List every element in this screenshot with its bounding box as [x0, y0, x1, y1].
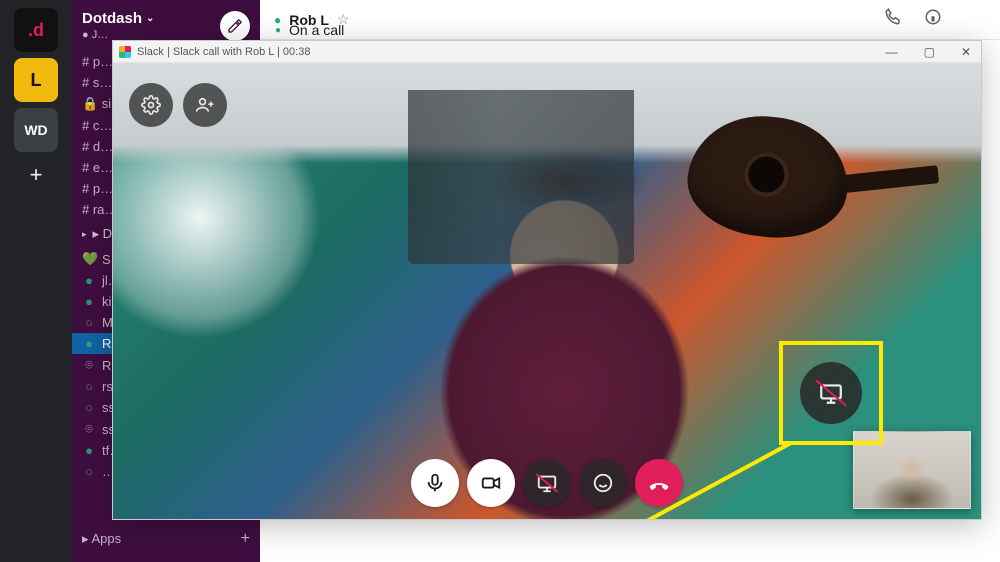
workspace-switcher[interactable]: Dotdash ⌄ — [82, 10, 154, 27]
caret-right-icon: ▸ — [82, 531, 89, 546]
call-window-titlebar[interactable]: Slack | Slack call with Rob L | 00:38 — … — [113, 41, 981, 63]
apps-section-label: Apps — [91, 531, 121, 546]
presence-online-icon: ● — [275, 25, 281, 36]
green-heart-icon: 💚 — [82, 251, 96, 267]
annotation-leader-line — [611, 435, 801, 519]
presence-offline-icon: ○ — [82, 315, 96, 330]
stop-sharing-icon — [800, 362, 862, 424]
app-tile-dotdash[interactable]: .d — [14, 8, 58, 52]
call-window-title: Slack | Slack call with Rob L | 00:38 — [137, 46, 310, 58]
add-people-button[interactable] — [183, 83, 227, 127]
conversation-subline: ● On a call — [275, 22, 1000, 38]
window-close-button[interactable]: ✕ — [957, 45, 975, 59]
workspace-name: Dotdash — [82, 10, 142, 27]
app-tile-l[interactable]: L — [14, 58, 58, 102]
share-screen-button[interactable] — [523, 459, 571, 507]
window-maximize-button[interactable]: ▢ — [920, 45, 939, 59]
presence-online-icon: ● — [82, 294, 96, 309]
camera-button[interactable] — [467, 459, 515, 507]
video-background-ukulele — [680, 69, 938, 273]
os-app-rail: .d L WD + — [0, 0, 72, 562]
video-background-curtain — [408, 90, 634, 263]
mute-button[interactable] — [411, 459, 459, 507]
presence-online-icon: ● — [82, 336, 96, 351]
add-app-button[interactable]: + — [241, 530, 250, 548]
presence-offline-icon: ○ — [82, 379, 96, 394]
call-window: Slack | Slack call with Rob L | 00:38 — … — [112, 40, 982, 520]
annotation-highlight-box — [779, 341, 883, 445]
slack-favicon-icon — [119, 46, 131, 58]
chevron-down-icon: ⌄ — [146, 13, 154, 24]
threads-icon: ⌾ — [82, 357, 96, 373]
apps-section[interactable]: ▸ Apps + — [72, 524, 260, 554]
presence-offline-icon: ○ — [82, 464, 96, 479]
compose-button[interactable] — [220, 11, 250, 41]
add-app-button[interactable]: + — [30, 162, 43, 188]
threads-icon: ⌾ — [82, 421, 96, 437]
presence-online-icon: ● — [82, 443, 96, 458]
conversation-status: On a call — [289, 22, 344, 38]
presence-online-icon: ● — [82, 273, 96, 288]
caret-right-icon: ▸ — [82, 229, 87, 240]
window-controls: — ▢ ✕ — [882, 45, 975, 59]
call-settings-button[interactable] — [129, 83, 173, 127]
presence-offline-icon: ○ — [82, 400, 96, 415]
app-tile-wd[interactable]: WD — [14, 108, 58, 152]
window-minimize-button[interactable]: — — [882, 45, 902, 59]
call-body — [113, 63, 981, 519]
call-top-left-controls — [129, 83, 227, 127]
